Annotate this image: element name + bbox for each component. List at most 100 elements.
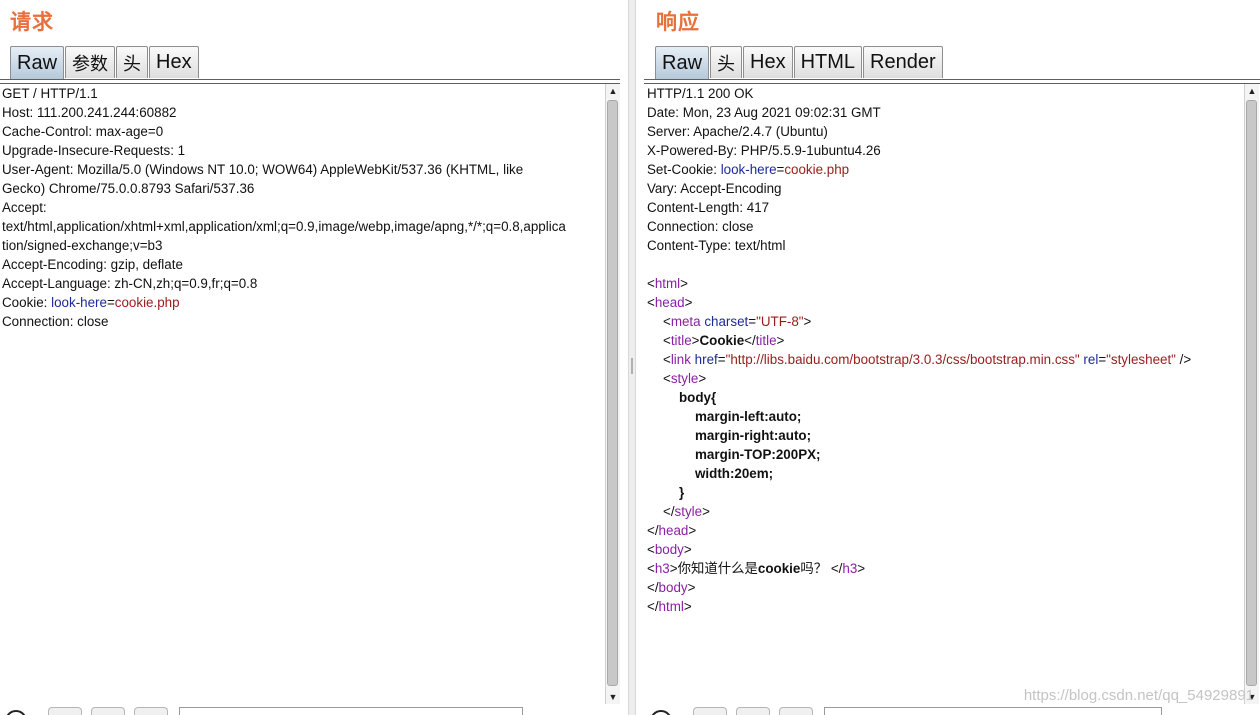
accept-header-value: text/html,application/xhtml+xml,applicat…: [2, 219, 566, 234]
h3-line: <h3>你知道什么是cookie吗？ </h3>: [647, 561, 866, 576]
request-editor[interactable]: GET / HTTP/1.1 Host: 111.200.241.244:608…: [0, 84, 605, 704]
search-add-button[interactable]: [91, 707, 125, 715]
scroll-down-icon[interactable]: ▼: [606, 690, 620, 704]
search-next-button[interactable]: [779, 707, 813, 715]
content-type-header: Content-Type: text/html: [647, 238, 786, 253]
search-add-button[interactable]: [736, 707, 770, 715]
tab-request-params[interactable]: 参数: [65, 46, 116, 78]
meta-tag-name: meta: [670, 314, 701, 329]
link-tag-name: link: [670, 352, 691, 367]
response-editor[interactable]: HTTP/1.1 200 OK Date: Mon, 23 Aug 2021 0…: [645, 84, 1244, 704]
status-line: HTTP/1.1 200 OK: [647, 86, 754, 101]
head-close-tag-name: head: [658, 523, 689, 538]
h3-close-tag-name: h3: [842, 561, 858, 576]
user-agent-header: User-Agent: Mozilla/5.0 (Windows NT 10.0…: [2, 162, 524, 177]
title-text: Cookie: [699, 333, 745, 348]
cache-control-header: Cache-Control: max-age=0: [2, 124, 164, 139]
search-prev-button[interactable]: [693, 707, 727, 715]
search-prev-button[interactable]: [48, 707, 82, 715]
scroll-thumb[interactable]: [1246, 100, 1257, 686]
tab-response-html[interactable]: HTML: [793, 46, 863, 78]
style-tag-name: style: [670, 371, 699, 386]
response-pane: 响应 Raw 头 Hex HTML Render HTTP/1.1 200 OK…: [636, 0, 1260, 715]
tab-response-headers[interactable]: 头: [710, 46, 743, 78]
title-tag-name: title: [670, 333, 692, 348]
css-selector: body{: [679, 390, 717, 405]
response-scrollbar[interactable]: ▲ ▼: [1244, 84, 1259, 704]
content-length-header: Content-Length: 417: [647, 200, 770, 215]
host-header: Host: 111.200.241.244:60882: [2, 105, 177, 120]
cookie-name: look-here: [51, 295, 107, 310]
link-line: <link href="http://libs.baidu.com/bootst…: [663, 352, 1192, 367]
css-rule: margin-TOP:200PX;: [695, 447, 821, 462]
accept-header-value-cont: tion/signed-exchange;v=b3: [2, 238, 163, 253]
cookie-header-label: Cookie:: [2, 295, 52, 310]
scroll-up-icon[interactable]: ▲: [1245, 84, 1259, 98]
h3-text-bold: cookie: [757, 561, 801, 576]
body-close-tag-name: body: [658, 580, 688, 595]
accept-language-header: Accept-Language: zh-CN,zh;q=0.9,fr;q=0.8: [2, 276, 258, 291]
head-close: </head>: [647, 523, 697, 538]
h3-tag-name: h3: [654, 561, 670, 576]
tab-request-headers[interactable]: 头: [116, 46, 149, 78]
help-icon[interactable]: [5, 710, 27, 715]
search-input[interactable]: [179, 707, 523, 715]
response-tabs: Raw 头 Hex HTML Render: [655, 46, 944, 80]
search-input[interactable]: [824, 707, 1162, 715]
style-open: <style>: [663, 371, 707, 386]
request-tabs: Raw 参数 头 Hex: [10, 46, 200, 80]
css-rule: margin-right:auto;: [695, 428, 812, 443]
style-close-tag-name: style: [674, 504, 703, 519]
upgrade-insecure-header: Upgrade-Insecure-Requests: 1: [2, 143, 186, 158]
accept-encoding-header: Accept-Encoding: gzip, deflate: [2, 257, 183, 272]
accept-header: Accept:: [2, 200, 47, 215]
set-cookie-label: Set-Cookie:: [647, 162, 721, 177]
request-search-bar: [0, 704, 628, 715]
href-value: "http://libs.baidu.com/bootstrap/3.0.3/c…: [725, 352, 1080, 367]
response-title: 响应: [656, 9, 700, 34]
scroll-up-icon[interactable]: ▲: [606, 84, 620, 98]
scroll-thumb[interactable]: [607, 100, 618, 686]
set-cookie-name: look-here: [720, 162, 777, 177]
tab-response-render[interactable]: Render: [863, 46, 943, 78]
search-next-button[interactable]: [134, 707, 168, 715]
powered-by-header: X-Powered-By: PHP/5.5.9-1ubuntu4.26: [647, 143, 881, 158]
set-cookie-value: cookie.php: [784, 162, 850, 177]
style-close: </style>: [663, 504, 710, 519]
request-title: 请求: [10, 9, 54, 34]
help-icon[interactable]: [650, 710, 672, 715]
vary-header: Vary: Accept-Encoding: [647, 181, 782, 196]
request-scrollbar[interactable]: ▲ ▼: [605, 84, 620, 704]
set-cookie-header: Set-Cookie: look-here=cookie.php: [645, 160, 1244, 179]
tab-response-hex[interactable]: Hex: [743, 46, 793, 78]
cookie-header: Cookie: look-here=cookie.php: [0, 293, 605, 312]
response-search-bar: [636, 704, 1260, 715]
html-open: <html>: [647, 276, 688, 291]
charset-value: "UTF-8": [756, 314, 804, 329]
title-close-tag-name: title: [755, 333, 777, 348]
body-tag-name: body: [654, 542, 684, 557]
title-line: <title>Cookie</title>: [663, 333, 785, 348]
html-close-tag-name: html: [658, 599, 684, 614]
connection-header: Connection: close: [2, 314, 109, 329]
meta-line: <meta charset="UTF-8">: [663, 314, 812, 329]
href-attr: href: [694, 352, 718, 367]
css-rule: width:20em;: [695, 466, 774, 481]
request-pane: 请求 Raw 参数 头 Hex GET / HTTP/1.1 Host: 111…: [0, 0, 628, 715]
date-header: Date: Mon, 23 Aug 2021 09:02:31 GMT: [647, 105, 881, 120]
tab-response-raw[interactable]: Raw: [655, 46, 710, 80]
connection-header: Connection: close: [647, 219, 754, 234]
cookie-equals: =: [106, 295, 115, 310]
tab-request-hex[interactable]: Hex: [149, 46, 199, 78]
tab-request-raw[interactable]: Raw: [10, 46, 65, 80]
charset-attr: charset: [704, 314, 749, 329]
html-close: </html>: [647, 599, 692, 614]
body-close: </body>: [647, 580, 696, 595]
pane-splitter[interactable]: [628, 0, 636, 715]
rel-value: "stylesheet": [1106, 352, 1176, 367]
head-tag-name: head: [654, 295, 685, 310]
body-open: <body>: [647, 542, 692, 557]
splitter-grip[interactable]: [631, 358, 633, 374]
css-rule: margin-left:auto;: [695, 409, 802, 424]
